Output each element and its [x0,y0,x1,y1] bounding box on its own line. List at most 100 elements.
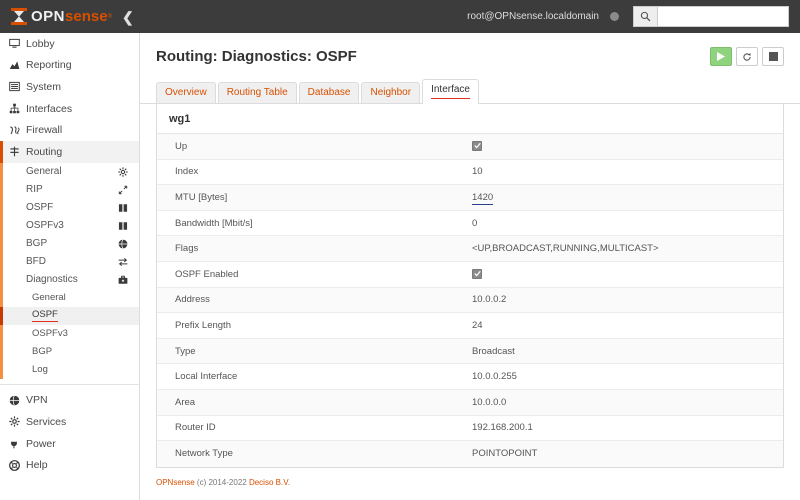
row-value: 10 [472,166,483,178]
sidebar-subitem-general[interactable]: General [0,163,139,181]
sidebar-item-vpn[interactable]: VPN [0,390,139,412]
search-icon[interactable] [633,6,657,27]
property-table: Up Index 10 MTU [Bytes] 1420 Bandwidth [Mbit/… [157,134,783,467]
row-value: 24 [472,319,483,331]
page-footer: OPNsense (c) 2014-2022 Deciso B.V. [140,468,800,487]
sidebar-item-lobby[interactable]: Lobby [0,33,139,55]
sliders-icon [9,81,26,92]
book-icon [118,221,128,231]
sidebar-divider [0,383,139,385]
row-value-cell: 192.168.200.1 [472,422,783,433]
sidebar-diagnostics-submenu: General OSPF OSPFv3 BGP Log [0,289,139,379]
sidebar-diagnostics-item-log[interactable]: Log [0,361,139,379]
search-input[interactable] [657,6,789,27]
row-value-cell: 10 [472,166,783,177]
tab-label: Database [307,87,351,98]
sidebar-item-label: Routing [26,145,63,158]
sidebar-item-label: Help [26,459,48,472]
footer-company-link[interactable]: Deciso B.V. [249,478,290,487]
table-row: Index 10 [157,160,783,186]
table-row: Flags <UP,BROADCAST,RUNNING,MULTICAST> [157,236,783,262]
tab-neighbor[interactable]: Neighbor [361,82,421,103]
row-value: POINTOPOINT [472,448,538,460]
page-title: Routing: Diagnostics: OSPF [156,48,357,65]
sidebar-subitem-label: RIP [26,184,43,196]
sidebar-diagnostics-label: Log [32,364,48,376]
sidebar-item-power[interactable]: Power [0,433,139,455]
sidebar-secondary-list: VPN Services Power Help [0,390,139,476]
brand-logo[interactable]: OPN sense ® ❮ [0,0,140,33]
sidebar-item-services[interactable]: Services [0,411,139,433]
sidebar-diagnostics-label: OSPFv3 [32,328,68,340]
sidebar-item-label: VPN [26,394,48,407]
sidebar-subitem-diagnostics[interactable]: Diagnostics [0,271,139,289]
tab-routing-table[interactable]: Routing Table [217,82,297,103]
main-content-area: Routing: Diagnostics: OSPF Overview Routi… [140,33,800,500]
sidebar-subitem-ospfv3[interactable]: OSPFv3 [0,217,139,235]
sidebar-diagnostics-item-ospf[interactable]: OSPF [0,306,139,325]
sidebar-item-help[interactable]: Help [0,454,139,476]
sidebar-primary-list: Lobby Reporting System Interfaces Firewall Ro… [0,33,139,163]
sidebar-subitem-bfd[interactable]: BFD [0,253,139,271]
row-value-cell: 10.0.0.0 [472,397,783,408]
row-key: Prefix Length [175,319,231,331]
globe-icon [118,238,128,249]
sidebar-item-firewall[interactable]: Firewall [0,119,139,141]
row-key: Type [175,345,196,357]
sidebar-item-routing[interactable]: Routing [0,140,139,163]
sidebar-subitem-label: Diagnostics [26,274,78,286]
logo-text-opn: OPN [31,8,66,25]
row-key: Network Type [175,448,233,460]
row-key: Bandwidth [Mbit/s] [175,217,253,229]
sidebar-diagnostics-item-general[interactable]: General [0,289,139,307]
sidebar-subitem-rip[interactable]: RIP [0,181,139,199]
footer-middle-text: (c) 2014-2022 [194,477,249,487]
readonly-checkbox[interactable] [472,268,482,279]
gear-icon [118,166,128,177]
section-title: wg1 [157,104,783,134]
sidebar-subitem-label: OSPF [26,202,54,214]
footer-brand-link[interactable]: OPNsense [156,478,195,487]
table-row: OSPF Enabled [157,262,783,288]
play-button[interactable] [710,47,732,66]
row-key: Local Interface [175,371,238,383]
stop-button[interactable] [762,47,784,66]
tab-overview[interactable]: Overview [156,82,216,103]
sidebar-subitem-bgp[interactable]: BGP [0,235,139,253]
logo-text-sense: sense [65,8,108,25]
tab-database[interactable]: Database [298,82,360,103]
row-value-cell: 10.0.0.2 [472,294,783,305]
sidebar-item-system[interactable]: System [0,76,139,98]
row-key: Router ID [175,422,216,434]
status-indicator-dot [610,12,619,21]
chart-area-icon [9,60,26,71]
refresh-button[interactable] [736,47,758,66]
sidebar-diagnostics-item-bgp[interactable]: BGP [0,343,139,361]
row-value: 10.0.0.0 [472,396,507,408]
sidebar-routing-submenu: General RIP OSPF OSPFv3 BGP BFD Diagnostics [0,163,139,289]
sidebar-diagnostics-label: General [32,292,66,304]
table-row: Prefix Length 24 [157,313,783,339]
chevron-left-icon[interactable]: ❮ [122,10,134,24]
row-value: <UP,BROADCAST,RUNNING,MULTICAST> [472,243,659,255]
header-right-group: root@OPNsense.localdomain [467,6,800,27]
table-row: Up [157,134,783,160]
sidebar-item-label: Firewall [26,124,63,137]
row-value-cell: 24 [472,320,783,331]
tab-interface[interactable]: Interface [422,78,479,104]
sidebar-item-interfaces[interactable]: Interfaces [0,98,139,120]
row-value-cell: 1420 [472,191,783,205]
sidebar-subitem-ospf[interactable]: OSPF [0,199,139,217]
row-value: 192.168.200.1 [472,422,533,434]
sidebar-subitem-label: BFD [26,256,46,268]
row-key: Address [175,294,210,306]
briefcase-icon [118,275,128,285]
row-value: 0 [472,217,478,229]
sidebar-diagnostics-item-ospfv3[interactable]: OSPFv3 [0,325,139,343]
table-row: Type Broadcast [157,338,783,365]
readonly-checkbox[interactable] [472,140,482,151]
table-row: Router ID 192.168.200.1 [157,416,783,442]
sidebar-item-label: Power [26,437,56,450]
sidebar-item-reporting[interactable]: Reporting [0,55,139,77]
sidebar-item-label: Services [26,415,67,428]
